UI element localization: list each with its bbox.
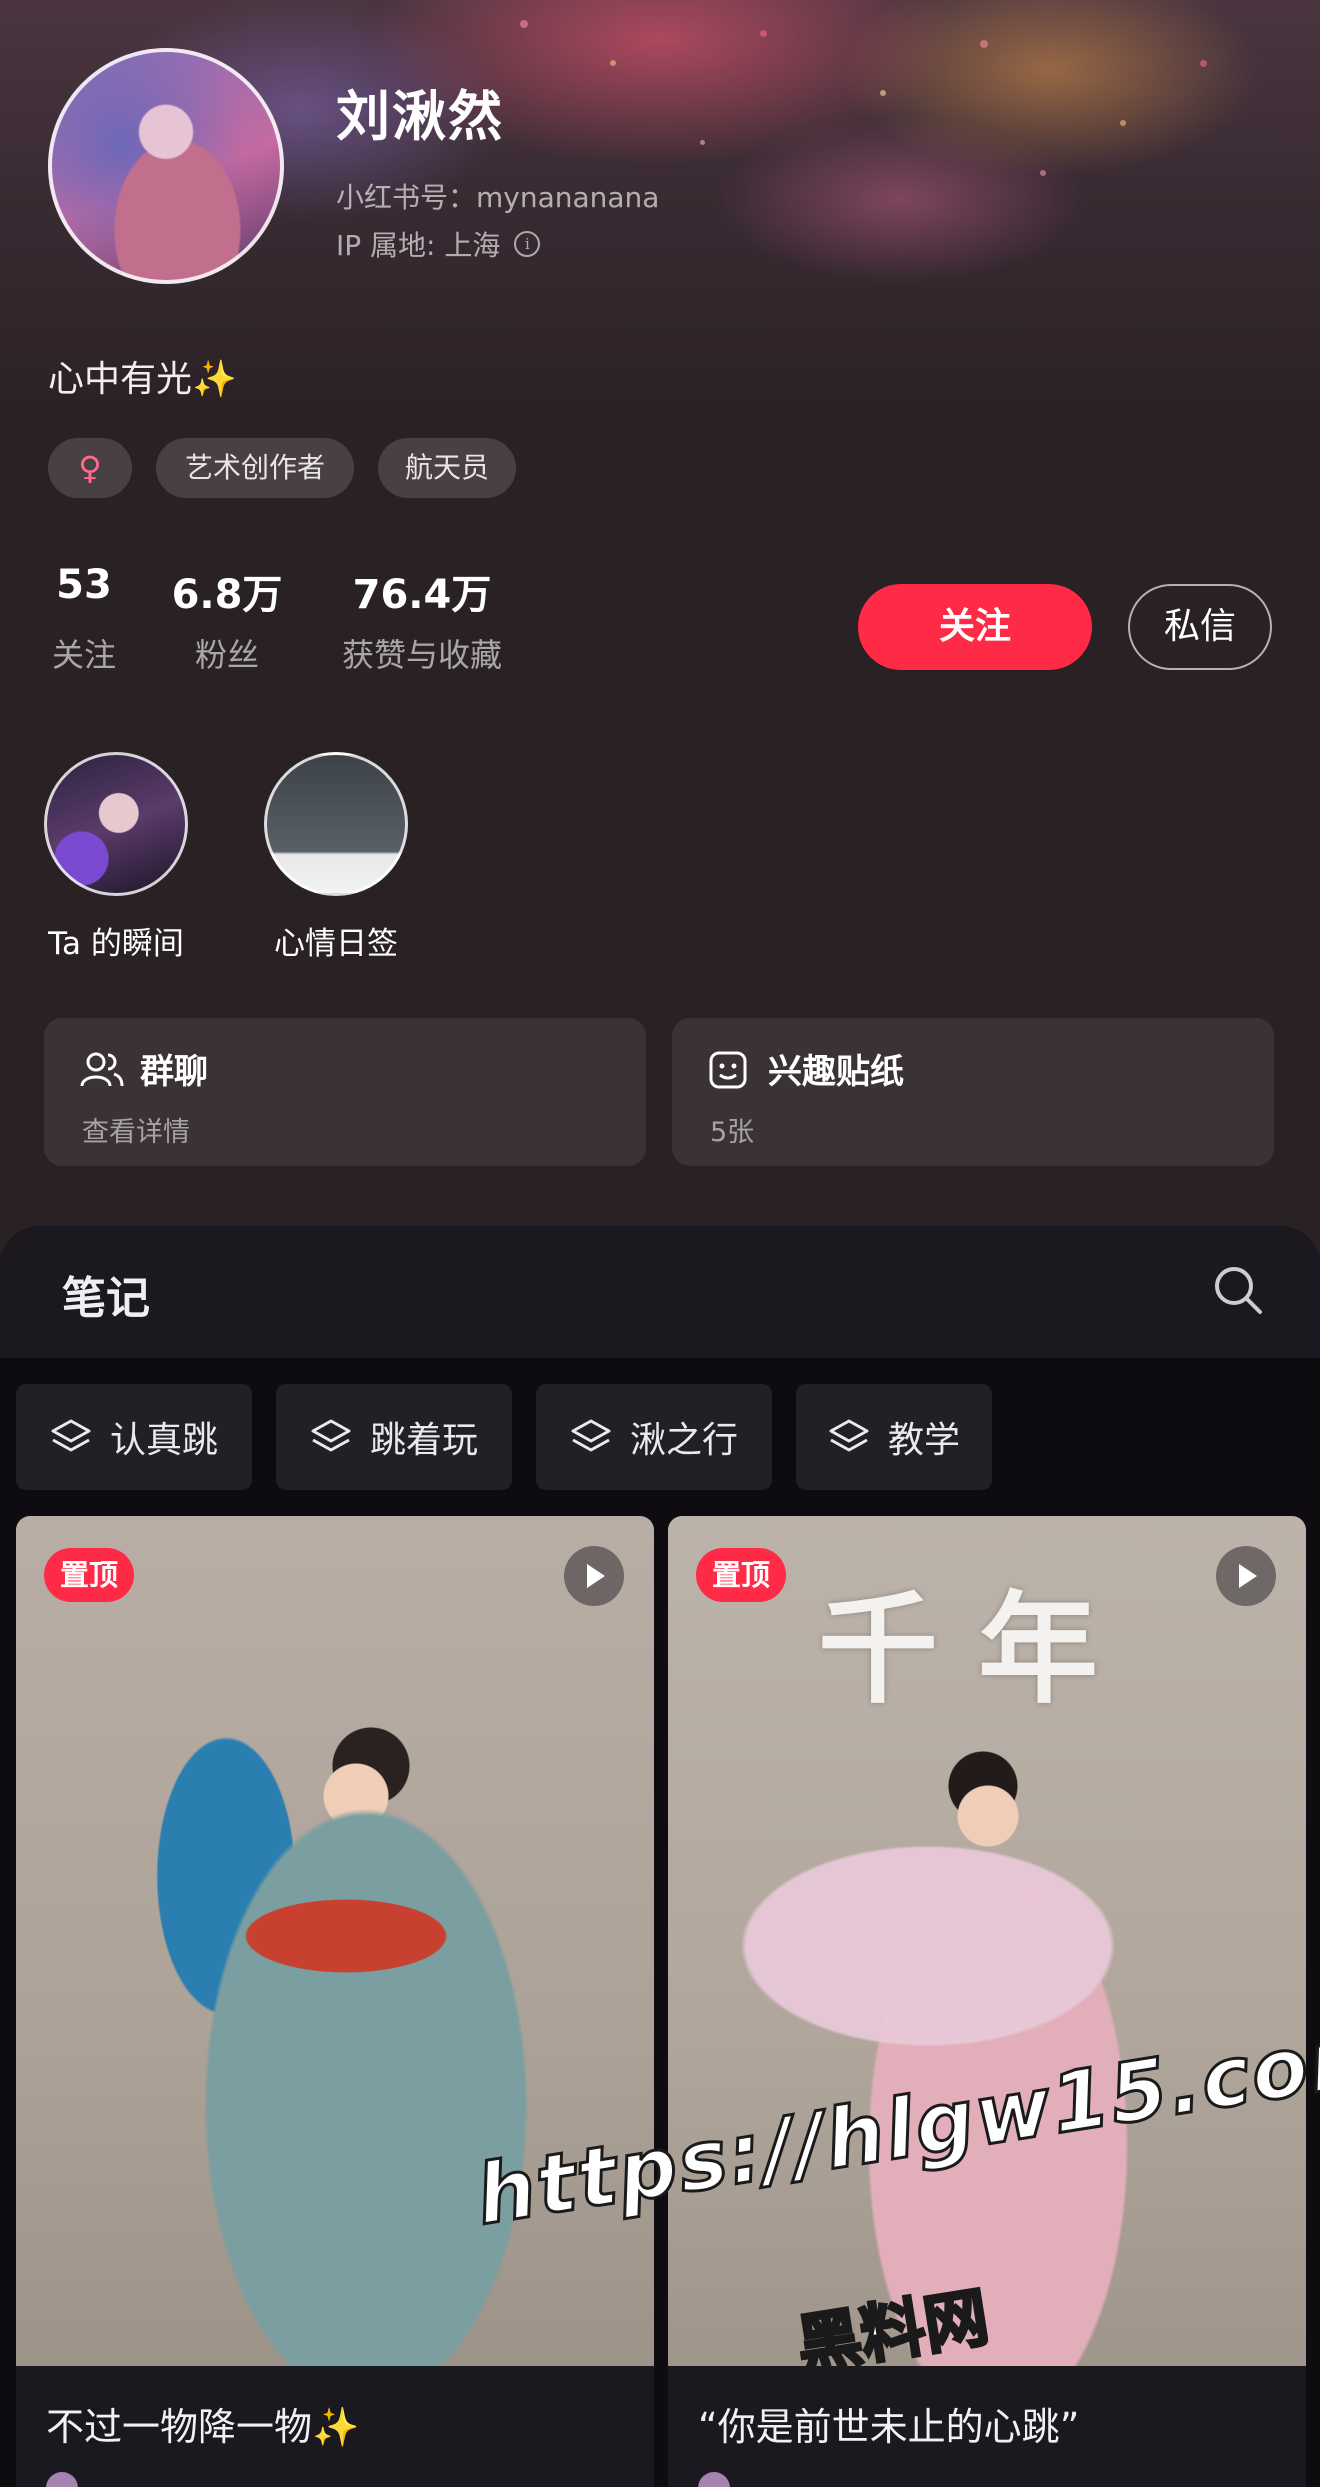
author-avatar (698, 2472, 730, 2487)
moment-ta-label[interactable]: Ta 的瞬间 (30, 918, 202, 963)
cover-overlay-title: 千年 (818, 1579, 1138, 1720)
sticker-title: 兴趣贴纸 (768, 1052, 904, 1092)
message-button[interactable]: 私信 (1128, 584, 1272, 670)
stat-likes-label[interactable]: 获赞与收藏 (326, 630, 518, 676)
profile-name: 刘湫然 (336, 85, 504, 148)
notes-header (0, 1226, 1320, 1358)
moment-mood-label[interactable]: 心情日签 (256, 918, 416, 963)
collection-chip-label: 认真跳 (109, 1420, 218, 1461)
stat-following-label[interactable]: 关注 (44, 630, 124, 676)
stat-followers-count[interactable]: 6.8万 (162, 562, 292, 620)
note-cover-image[interactable] (16, 1516, 654, 2366)
ip-location-row: IP 属地: 上海 i (336, 224, 541, 264)
stat-followers-label[interactable]: 粉丝 (162, 630, 292, 676)
avatar[interactable] (48, 48, 284, 284)
collection-chip[interactable]: 教学 (796, 1384, 992, 1490)
collection-chip-label: 湫之行 (629, 1420, 738, 1461)
info-icon[interactable]: i (514, 231, 541, 257)
collection-chip-label: 教学 (887, 1420, 960, 1461)
play-icon (1216, 1546, 1276, 1606)
layers-icon (311, 1419, 351, 1452)
group-icon (80, 1052, 124, 1087)
pinned-badge: 置顶 (696, 1548, 787, 1602)
play-icon (564, 1546, 624, 1606)
note-card[interactable]: 置顶 不过一物降一物✨ (16, 1516, 654, 2487)
layers-icon (571, 1419, 611, 1452)
sticker-icon (709, 1051, 747, 1089)
pinned-badge: 置顶 (44, 1548, 135, 1602)
collection-chip[interactable]: 湫之行 (536, 1384, 772, 1490)
notes-tab-title[interactable]: 笔记 (62, 1262, 150, 1326)
author-avatar (46, 2472, 78, 2487)
bio: 心中有光✨ (48, 359, 237, 400)
sticker-sub: 5张 (710, 1117, 755, 1148)
sticker-card[interactable]: 兴趣贴纸 5张 (672, 1018, 1274, 1166)
collection-chip-label: 跳着玩 (369, 1420, 478, 1461)
stat-likes-count[interactable]: 76.4万 (330, 562, 514, 620)
moment-mood-thumbnail[interactable] (264, 752, 408, 896)
tag-astronaut[interactable]: 航天员 (378, 438, 516, 498)
group-chat-sub: 查看详情 (82, 1117, 190, 1148)
red-id: 小红书号：mynananana (336, 181, 660, 214)
collection-chip[interactable]: 跳着玩 (276, 1384, 512, 1490)
search-icon[interactable] (1212, 1264, 1264, 1316)
note-title[interactable]: 不过一物降一物✨ (46, 2396, 359, 2451)
note-title[interactable]: “你是前世未止的心跳” (698, 2396, 1079, 2451)
layers-icon (51, 1419, 91, 1452)
stat-following-count[interactable]: 53 (44, 562, 124, 608)
moment-ta-thumbnail[interactable] (44, 752, 188, 896)
group-chat-card[interactable]: 群聊 查看详情 (44, 1018, 646, 1166)
layers-icon (829, 1419, 869, 1452)
group-chat-title: 群聊 (140, 1052, 208, 1092)
follow-button[interactable]: 关注 (858, 584, 1092, 670)
gender-tag: ♀ (48, 438, 132, 498)
collection-chip[interactable]: 认真跳 (16, 1384, 252, 1490)
tag-artist[interactable]: 艺术创作者 (156, 438, 354, 498)
ip-location: IP 属地: 上海 (336, 229, 501, 262)
